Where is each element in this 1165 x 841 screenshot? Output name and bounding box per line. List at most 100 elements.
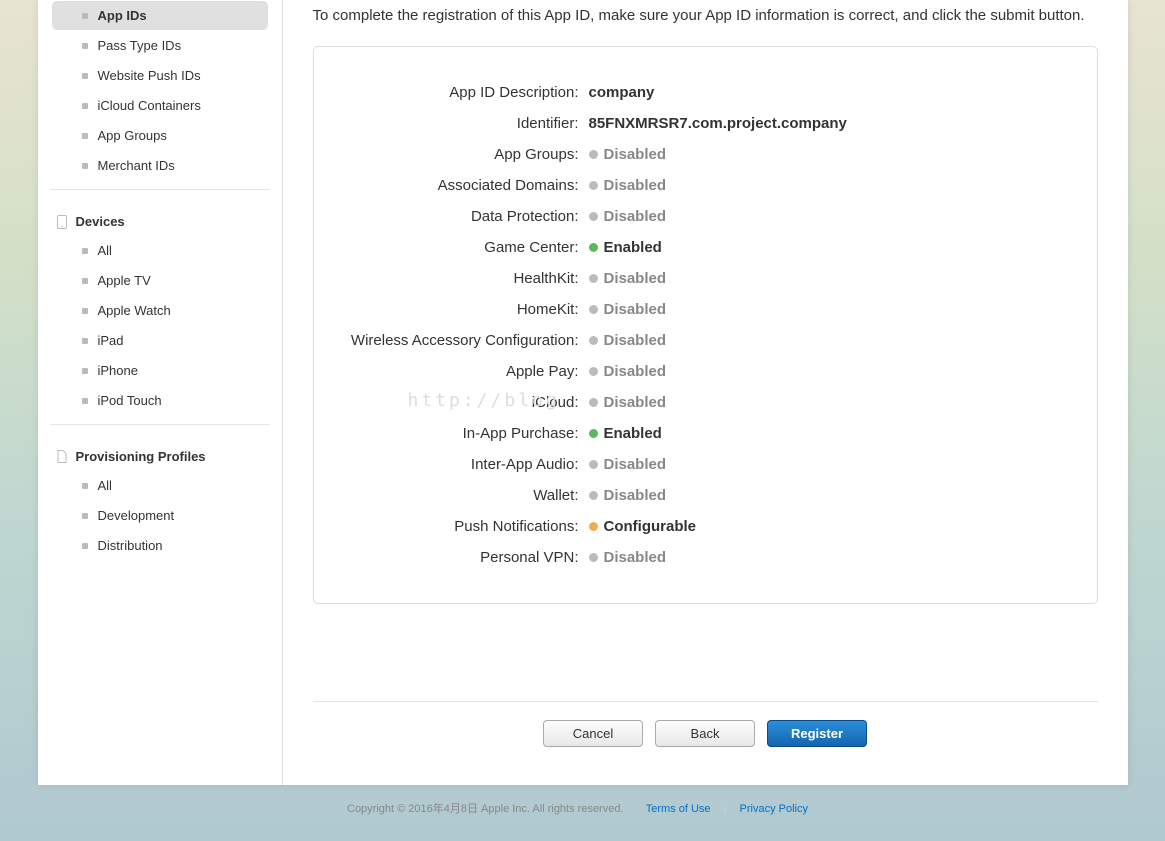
service-status: Enabled <box>589 239 662 256</box>
bullet-icon <box>82 133 88 139</box>
status-dot-icon <box>589 553 598 562</box>
bullet-icon <box>82 103 88 109</box>
sidebar-item-identifier[interactable]: App Groups <box>52 121 268 150</box>
summary-row-service: iCloud: Disabled <box>334 387 1077 418</box>
register-button[interactable]: Register <box>767 720 867 747</box>
sidebar-item-device[interactable]: All <box>52 236 268 265</box>
instruction-text: To complete the registration of this App… <box>313 5 1098 28</box>
service-status-text: Enabled <box>604 239 662 256</box>
summary-label: App ID Description: <box>334 84 589 101</box>
sidebar-item-device[interactable]: Apple TV <box>52 266 268 295</box>
service-status: Disabled <box>589 208 667 225</box>
service-status-text: Disabled <box>604 208 667 225</box>
sidebar-item-profile[interactable]: Development <box>52 501 268 530</box>
summary-row-service: Personal VPN: Disabled <box>334 542 1077 573</box>
service-label: Data Protection: <box>334 208 589 225</box>
service-status-text: Disabled <box>604 487 667 504</box>
service-status-text: Disabled <box>604 146 667 163</box>
status-dot-icon <box>589 336 598 345</box>
summary-row-service: HealthKit: Disabled <box>334 263 1077 294</box>
sidebar-item-label: iPad <box>98 333 124 348</box>
privacy-link[interactable]: Privacy Policy <box>740 803 808 815</box>
bullet-icon <box>82 368 88 374</box>
service-status-text: Disabled <box>604 363 667 380</box>
sidebar-item-label: iPod Touch <box>98 393 162 408</box>
sidebar-item-profile[interactable]: All <box>52 471 268 500</box>
service-status: Disabled <box>589 146 667 163</box>
status-dot-icon <box>589 274 598 283</box>
summary-row-service: Push Notifications:Configurable <box>334 511 1077 542</box>
service-label: iCloud: <box>334 394 589 411</box>
service-status: Enabled <box>589 425 662 442</box>
sidebar-item-identifier[interactable]: Pass Type IDs <box>52 31 268 60</box>
summary-row-identifier: Identifier: 85FNXMRSR7.com.project.compa… <box>334 108 1077 139</box>
sidebar-item-identifier[interactable]: Website Push IDs <box>52 61 268 90</box>
summary-label: Identifier: <box>334 115 589 132</box>
service-status: Disabled <box>589 487 667 504</box>
sidebar-list-identifiers: App IDs Pass Type IDsWebsite Push IDs iClo… <box>50 1 270 190</box>
status-dot-icon <box>589 243 598 252</box>
sidebar-heading-label: Provisioning Profiles <box>76 449 206 464</box>
sidebar-item-label: Apple TV <box>98 273 151 288</box>
service-status: Disabled <box>589 332 667 349</box>
sidebar-item-device[interactable]: iPod Touch <box>52 386 268 415</box>
summary-row-service: Associated Domains:Disabled <box>334 170 1077 201</box>
status-dot-icon <box>589 491 598 500</box>
service-status-text: Disabled <box>604 394 667 411</box>
summary-row-service: In-App Purchase:Enabled <box>334 418 1077 449</box>
service-label: Wallet: <box>334 487 589 504</box>
sidebar-list-profiles: AllDevelopment Distribution <box>50 471 270 569</box>
summary-row-description: App ID Description: company <box>334 77 1077 108</box>
sidebar-item-identifier[interactable]: iCloud Containers <box>52 91 268 120</box>
sidebar-item-device[interactable]: Apple Watch <box>52 296 268 325</box>
service-label: HealthKit: <box>334 270 589 287</box>
sidebar-item-label: Distribution <box>98 538 163 553</box>
sidebar-item-label: All <box>98 243 112 258</box>
sidebar-item-label: App IDs <box>98 8 147 23</box>
service-status-text: Disabled <box>604 332 667 349</box>
bullet-icon <box>82 73 88 79</box>
footer: Copyright © 2016年4月8日 Apple Inc. All rig… <box>38 785 1128 831</box>
status-dot-icon <box>589 367 598 376</box>
summary-row-service: App Groups: Disabled <box>334 139 1077 170</box>
copyright-text: Copyright © 2016年4月8日 Apple Inc. All rig… <box>347 803 624 815</box>
service-label: Associated Domains: <box>334 177 589 194</box>
terms-link[interactable]: Terms of Use <box>646 803 711 815</box>
sidebar-item-label: iCloud Containers <box>98 98 201 113</box>
service-status: Disabled <box>589 394 667 411</box>
service-status: Disabled <box>589 456 667 473</box>
sidebar-item-device[interactable]: iPhone <box>52 356 268 385</box>
summary-box: App ID Description: company Identifier: … <box>313 46 1098 604</box>
sidebar-item-label: Apple Watch <box>98 303 171 318</box>
service-status: Disabled <box>589 177 667 194</box>
cancel-button[interactable]: Cancel <box>543 720 643 747</box>
service-status-text: Disabled <box>604 549 667 566</box>
document-icon <box>56 451 68 463</box>
service-status-text: Disabled <box>604 270 667 287</box>
bullet-icon <box>82 513 88 519</box>
back-button[interactable]: Back <box>655 720 755 747</box>
service-status: Disabled <box>589 301 667 318</box>
sidebar-item-identifier[interactable]: App IDs <box>52 1 268 30</box>
main-content: To complete the registration of this App… <box>283 0 1128 785</box>
status-dot-icon <box>589 460 598 469</box>
status-dot-icon <box>589 429 598 438</box>
sidebar-item-identifier[interactable]: Merchant IDs <box>52 151 268 180</box>
sidebar: App IDs Pass Type IDsWebsite Push IDs iClo… <box>38 0 283 785</box>
summary-row-service: Wallet: Disabled <box>334 480 1077 511</box>
status-dot-icon <box>589 305 598 314</box>
service-status-text: Enabled <box>604 425 662 442</box>
service-label: App Groups: <box>334 146 589 163</box>
service-label: Personal VPN: <box>334 549 589 566</box>
summary-value: company <box>589 84 655 101</box>
status-dot-icon <box>589 398 598 407</box>
bullet-icon <box>82 43 88 49</box>
sidebar-heading-devices: Devices <box>48 208 272 235</box>
sidebar-item-profile[interactable]: Distribution <box>52 531 268 560</box>
service-status-text: Disabled <box>604 456 667 473</box>
bullet-icon <box>82 398 88 404</box>
summary-row-service: Data Protection: Disabled <box>334 201 1077 232</box>
sidebar-item-device[interactable]: iPad <box>52 326 268 355</box>
bullet-icon <box>82 13 88 19</box>
sidebar-item-label: Merchant IDs <box>98 158 175 173</box>
